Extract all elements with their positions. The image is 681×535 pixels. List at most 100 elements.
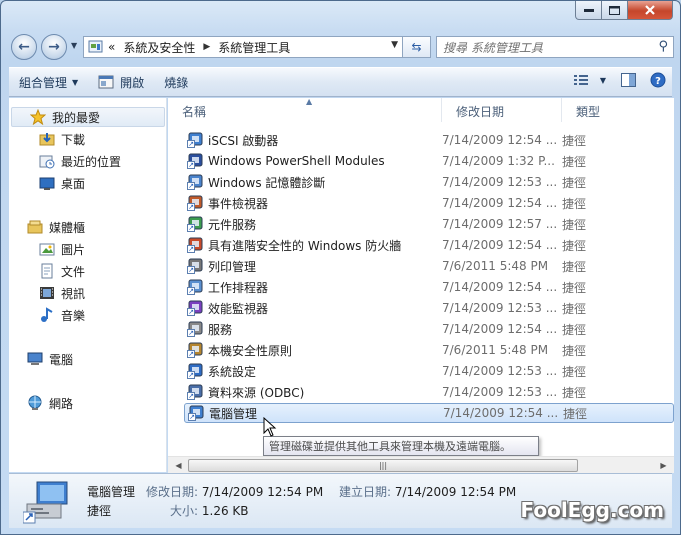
scrollbar-thumb[interactable]: |||: [188, 459, 578, 472]
item-tooltip: 管理磁碟並提供其他工具來管理本機及遠端電腦。: [263, 436, 539, 456]
column-name-header[interactable]: 名稱 ▲: [168, 97, 442, 122]
file-row[interactable]: ↗ 列印管理 7/6/2011 5:48 PM 捷徑: [184, 256, 674, 276]
file-row[interactable]: ↗ 本機安全性原則 7/6/2011 5:48 PM 捷徑: [184, 340, 674, 360]
nav-documents[interactable]: 文件: [9, 261, 167, 281]
preview-pane-button[interactable]: [620, 72, 636, 88]
nav-music[interactable]: 音樂: [9, 305, 167, 325]
breadcrumb-system-security[interactable]: 系統及安全性: [123, 39, 195, 56]
view-list-icon: [573, 75, 588, 85]
minimize-icon: [583, 9, 594, 12]
refresh-icon: ⇆: [411, 40, 422, 54]
file-row[interactable]: ↗ Windows 記憶體診斷 7/14/2009 12:53 ... 捷徑: [184, 172, 674, 192]
file-date: 7/14/2009 12:53 ...: [442, 364, 558, 378]
search-icon[interactable]: ⚲: [658, 39, 668, 54]
shortcut-arrow-icon: ↗: [187, 329, 195, 337]
file-type: 捷徑: [562, 385, 587, 400]
horizontal-scrollbar[interactable]: ◀ ||| ▶: [168, 456, 674, 473]
star-icon: [30, 109, 46, 125]
organize-label: 組合管理: [19, 75, 68, 90]
file-name-cell: ↗ 電腦管理: [185, 405, 443, 422]
file-type: 捷徑: [562, 322, 587, 337]
back-button[interactable]: ←: [11, 34, 37, 60]
file-date: 7/14/2009 12:53 ...: [442, 385, 558, 399]
file-name: 具有進階安全性的 Windows 防火牆: [208, 238, 402, 253]
file-row[interactable]: ↗ iSCSI 啟動器 7/14/2009 12:54 ... 捷徑: [184, 130, 674, 150]
file-row[interactable]: ↗ Windows PowerShell Modules 7/14/2009 1:3…: [184, 151, 674, 171]
nav-favorites[interactable]: 我的最愛: [11, 107, 165, 127]
file-date: 7/14/2009 12:57 ...: [442, 217, 558, 231]
file-name: 事件檢視器: [208, 196, 269, 211]
file-row[interactable]: ↗ 工作排程器 7/14/2009 12:54 ... 捷徑: [184, 277, 674, 297]
security-policy-icon: ↗: [187, 342, 203, 358]
nav-downloads[interactable]: 下載: [9, 129, 167, 149]
caption-buttons: [575, 1, 673, 21]
file-date: 7/14/2009 12:54 ...: [442, 280, 558, 294]
file-name: Windows 記憶體診斷: [208, 175, 326, 190]
nav-videos[interactable]: 視訊: [9, 283, 167, 303]
details-created: 建立日期: 7/14/2009 12:54 PM: [339, 483, 516, 500]
nav-desktop-label: 桌面: [61, 176, 86, 191]
burn-label: 燒錄: [164, 75, 189, 90]
nav-network[interactable]: 網路: [9, 393, 167, 413]
nav-recent-places[interactable]: 最近的位置: [9, 151, 167, 171]
column-date-header[interactable]: 修改日期: [442, 98, 562, 122]
help-button[interactable]: ?: [650, 72, 666, 88]
file-row[interactable]: ↗ 具有進階安全性的 Windows 防火牆 7/14/2009 12:54 ...…: [184, 235, 674, 255]
nav-videos-label: 視訊: [61, 286, 86, 301]
maximize-button[interactable]: [602, 1, 628, 20]
file-row[interactable]: ↗ 資料來源 (ODBC) 7/14/2009 12:53 ... 捷徑: [184, 382, 674, 402]
scroll-left-icon[interactable]: ◀: [170, 458, 187, 473]
file-type: 捷徑: [562, 364, 587, 379]
file-row[interactable]: ↗ 服務 7/14/2009 12:54 ... 捷徑: [184, 319, 674, 339]
sort-ascending-icon: ▲: [306, 97, 313, 106]
file-type: 捷徑: [562, 280, 587, 295]
scroll-right-icon[interactable]: ▶: [655, 458, 672, 473]
burn-button[interactable]: 燒錄: [154, 71, 198, 93]
breadcrumb-admin-tools[interactable]: 系統管理工具: [218, 39, 290, 56]
nav-pictures[interactable]: 圖片: [9, 239, 167, 259]
forward-button[interactable]: →: [41, 34, 67, 60]
file-row[interactable]: ↗ 電腦管理 7/14/2009 12:54 ... 捷徑: [184, 403, 674, 423]
nav-computer[interactable]: 電腦: [9, 349, 167, 369]
close-button[interactable]: [628, 1, 673, 20]
downloads-folder-icon: [39, 131, 55, 147]
details-modified: 修改日期: 7/14/2009 12:54 PM: [146, 483, 323, 500]
nav-libraries[interactable]: 媒體櫃: [9, 217, 167, 237]
view-dropdown-icon[interactable]: ▼: [600, 76, 606, 85]
file-type: 捷徑: [562, 217, 587, 232]
column-type-header[interactable]: 類型: [562, 98, 674, 122]
column-type-label: 類型: [576, 105, 601, 119]
address-bar[interactable]: « 系統及安全性 ▶ 系統管理工具 ▼: [83, 36, 403, 58]
address-dropdown-icon[interactable]: ▼: [391, 40, 398, 50]
minimize-button[interactable]: [575, 1, 602, 20]
file-row[interactable]: ↗ 事件檢視器 7/14/2009 12:54 ... 捷徑: [184, 193, 674, 213]
services-icon: ↗: [187, 321, 203, 337]
organize-button[interactable]: 組合管理 ▼: [9, 71, 88, 93]
file-name-cell: ↗ 工作排程器: [184, 279, 442, 296]
file-type: 捷徑: [562, 238, 587, 253]
file-row[interactable]: ↗ 系統設定 7/14/2009 12:53 ... 捷徑: [184, 361, 674, 381]
file-row[interactable]: ↗ 元件服務 7/14/2009 12:57 ... 捷徑: [184, 214, 674, 234]
column-header: 名稱 ▲ 修改日期 類型: [168, 97, 674, 122]
recent-pages-dropdown[interactable]: ▼: [71, 41, 77, 50]
help-icon: ?: [650, 72, 666, 88]
file-name: 元件服務: [208, 217, 257, 232]
nav-desktop[interactable]: 桌面: [9, 173, 167, 193]
iscsi-icon: ↗: [187, 132, 203, 148]
file-name-cell: ↗ 事件檢視器: [184, 195, 442, 212]
nav-network-label: 網路: [49, 396, 74, 411]
search-input[interactable]: 搜尋 系統管理工具 ⚲: [436, 36, 674, 58]
file-type: 捷徑: [562, 133, 587, 148]
file-row[interactable]: ↗ 效能監視器 7/14/2009 12:53 ... 捷徑: [184, 298, 674, 318]
file-name-cell: ↗ 具有進階安全性的 Windows 防火牆: [184, 237, 442, 254]
change-view-button[interactable]: [573, 72, 589, 88]
breadcrumb-separator-icon[interactable]: ▶: [203, 42, 210, 52]
file-date: 7/14/2009 12:53 ...: [442, 301, 558, 315]
powershell-icon: ↗: [187, 153, 203, 169]
refresh-button[interactable]: ⇆: [403, 36, 431, 58]
nav-libraries-label: 媒體櫃: [49, 220, 86, 235]
videos-icon: [39, 285, 55, 301]
open-button[interactable]: 開啟: [88, 71, 154, 93]
libraries-icon: [27, 219, 43, 235]
address-overflow[interactable]: «: [108, 40, 115, 54]
